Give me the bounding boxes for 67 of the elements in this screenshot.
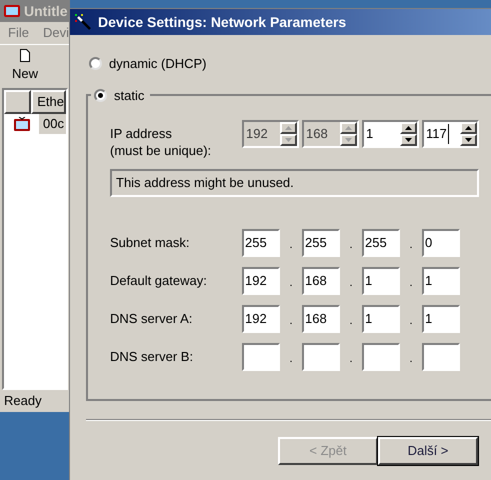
radio-label: static [114, 86, 144, 104]
radio-label: dynamic (DHCP) [109, 55, 207, 73]
column-header[interactable]: Ethe [31, 90, 66, 114]
document-icon [20, 49, 30, 62]
dot-separator: . [348, 238, 354, 252]
status-text: Ready [3, 392, 43, 410]
radio-button[interactable] [94, 88, 107, 102]
up-arrow-icon [345, 126, 352, 130]
octet-field[interactable] [362, 343, 400, 371]
dot-separator: . [408, 352, 414, 366]
dot-separator: . [348, 276, 354, 290]
dot-separator: . [288, 352, 294, 366]
dot-separator: . [288, 314, 294, 328]
octet-field[interactable]: 168 [302, 305, 340, 333]
spin-down-button[interactable] [460, 134, 477, 146]
octet-field[interactable]: 192 [242, 305, 280, 333]
ip-address-label: IP address (must be unique): [110, 125, 212, 159]
octet-field[interactable] [302, 343, 340, 371]
field-label: Default gateway: [110, 272, 208, 290]
dot-separator: . [408, 238, 414, 252]
octet-field[interactable]: 1 [362, 305, 400, 333]
octet-field[interactable]: 192 [242, 267, 280, 295]
field-label: DNS server B: [110, 348, 194, 366]
spin-field[interactable]: 1 [362, 120, 419, 148]
up-arrow-icon [405, 126, 412, 130]
octet-field[interactable] [242, 343, 280, 371]
field-value: 192 [246, 125, 268, 144]
dot-separator: . [408, 314, 414, 328]
octet-field[interactable]: 255 [302, 229, 340, 257]
down-arrow-icon [405, 138, 412, 142]
magic-wand-icon [74, 13, 92, 31]
dot-separator: . [288, 276, 294, 290]
dot-separator: . [408, 276, 414, 290]
field-label: DNS server A: [110, 310, 194, 328]
octet-field[interactable]: 1 [362, 267, 400, 295]
up-arrow-icon [285, 126, 292, 130]
window-title: Device Settings: Network Parameters [98, 12, 346, 32]
octet-field[interactable]: 255 [242, 229, 280, 257]
octet-field[interactable]: 168 [302, 267, 340, 295]
toolbar-button[interactable]: New [7, 45, 44, 88]
octet-field[interactable]: 1 [422, 305, 460, 333]
spin-up-button[interactable] [400, 122, 417, 134]
field-label: Subnet mask: [110, 234, 190, 252]
tv-icon [14, 117, 30, 131]
up-arrow-icon [465, 126, 472, 130]
field-value: 1 [366, 125, 374, 144]
down-arrow-icon [285, 138, 292, 142]
down-arrow-icon [345, 138, 352, 142]
spin-up-button[interactable] [460, 122, 477, 134]
spin-down-button[interactable] [400, 134, 417, 146]
dot-separator: . [348, 352, 354, 366]
octet-field[interactable] [422, 343, 460, 371]
table-cell[interactable]: 00c [39, 114, 66, 134]
dot-separator: . [288, 238, 294, 252]
octet-field[interactable]: 1 [422, 267, 460, 295]
dot-separator: . [348, 314, 354, 328]
app-icon [4, 5, 20, 17]
octet-field[interactable]: 255 [362, 229, 400, 257]
notice-box: This address might be unused. [110, 169, 479, 197]
down-arrow-icon [465, 138, 472, 142]
spin-field[interactable]: 117 [422, 120, 479, 148]
field-value: 117 [426, 124, 449, 144]
octet-field[interactable]: 0 [422, 229, 460, 257]
window-title: Untitle [24, 2, 68, 20]
field-value: 168 [306, 125, 328, 144]
next-button[interactable]: Další > [378, 436, 478, 464]
radio-button[interactable] [89, 57, 102, 70]
